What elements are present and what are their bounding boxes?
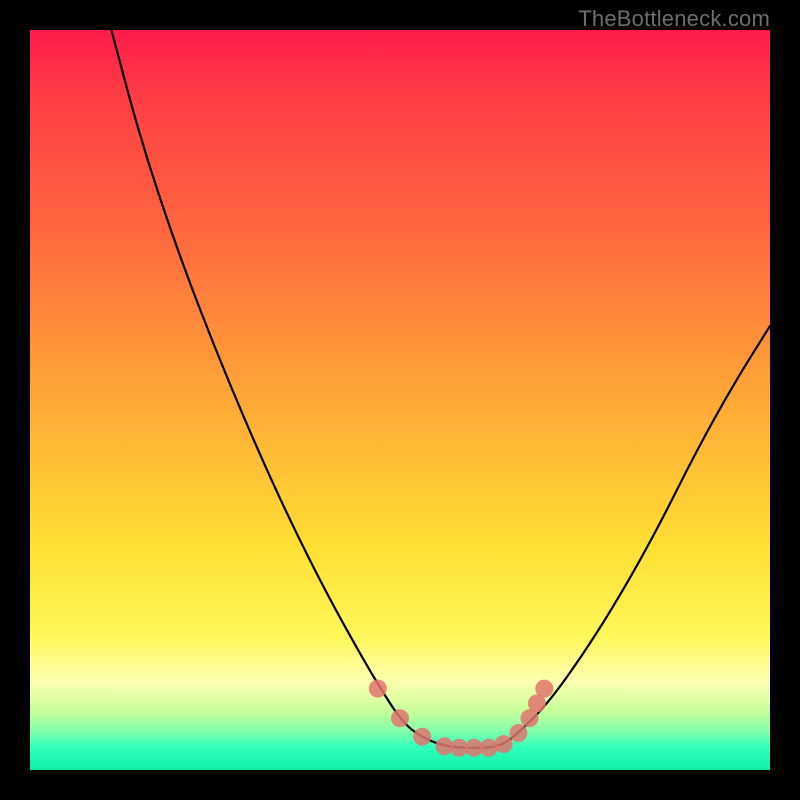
marker-point (391, 709, 409, 727)
marker-point (413, 728, 431, 746)
marker-point (509, 724, 527, 742)
marker-point (535, 680, 553, 698)
chart-frame: TheBottleneck.com (0, 0, 800, 800)
marker-point (495, 735, 513, 753)
chart-svg (30, 30, 770, 770)
highlight-markers (369, 680, 554, 757)
attribution-label: TheBottleneck.com (578, 6, 770, 32)
chart-plot-area (30, 30, 770, 770)
marker-point (369, 680, 387, 698)
bottleneck-curve-line (111, 30, 770, 748)
